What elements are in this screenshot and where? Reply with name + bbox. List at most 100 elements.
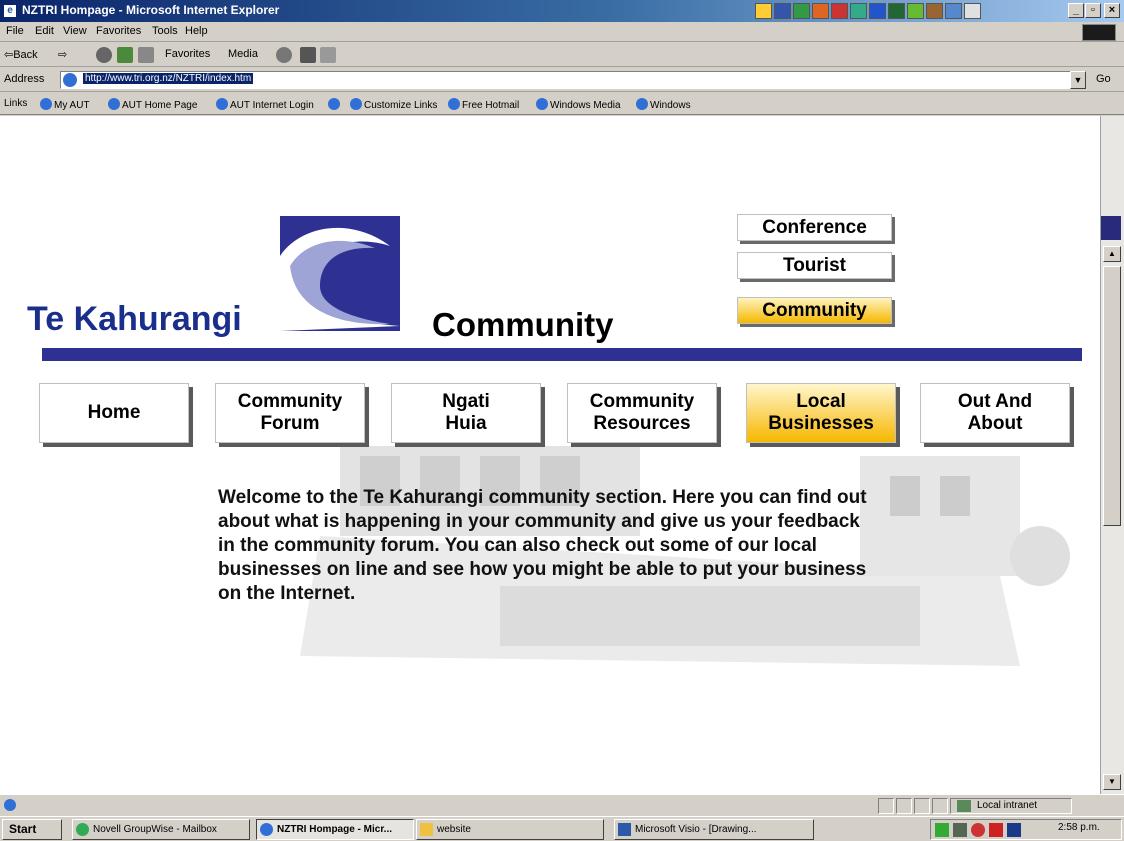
scroll-marker — [1101, 216, 1121, 240]
menu-view[interactable]: View — [63, 25, 87, 37]
address-label: Address — [4, 73, 45, 85]
maximize-button[interactable]: ▫ — [1085, 3, 1101, 18]
nav-local-businesses[interactable]: Local Businesses — [746, 383, 896, 443]
nav-home[interactable]: Home — [39, 383, 189, 443]
quicklaunch-icon[interactable] — [964, 3, 981, 19]
welcome-paragraph: Welcome to the Te Kahurangi community se… — [218, 487, 867, 604]
quicklaunch-icon[interactable] — [831, 3, 848, 19]
link-aut-internet-login[interactable]: AUT Internet Login — [216, 98, 314, 111]
status-cell — [932, 798, 948, 814]
address-url[interactable]: http://www.tri.org.nz/NZTRI/index.htm — [83, 73, 254, 84]
zone-label: Local intranet — [977, 800, 1038, 811]
quicklaunch-icon[interactable] — [869, 3, 886, 19]
scrollbar-thumb[interactable] — [1103, 266, 1121, 526]
address-input[interactable]: http://www.tri.org.nz/NZTRI/index.htm — [60, 71, 1072, 89]
status-bar: Local intranet — [0, 794, 1124, 816]
ie-icon — [260, 823, 273, 836]
page-icon — [63, 73, 77, 87]
media-button[interactable]: Media — [228, 48, 258, 60]
tray-network-icon[interactable] — [953, 823, 967, 837]
print-icon[interactable] — [300, 47, 316, 63]
nav-ngati-huia[interactable]: Ngati Huia — [391, 383, 541, 443]
back-button[interactable]: ⇦Back — [4, 48, 38, 61]
menu-edit[interactable]: Edit — [35, 25, 54, 37]
link-aut-home-page[interactable]: AUT Home Page — [108, 98, 197, 111]
site-brand[interactable]: Te Kahurangi — [27, 300, 242, 339]
link-customize-links[interactable]: Customize Links — [350, 98, 437, 111]
link-free-hotmail[interactable]: Free Hotmail — [448, 98, 519, 111]
tray-status-icon[interactable] — [989, 823, 1003, 837]
menu-favorites[interactable]: Favorites — [96, 25, 141, 37]
ie-app-icon: e — [3, 4, 17, 18]
groupwise-icon — [76, 823, 89, 836]
go-button[interactable]: Go — [1096, 73, 1111, 85]
taskbar: Start Novell GroupWise - Mailbox NZTRI H… — [0, 816, 1124, 841]
task-visio[interactable]: Microsoft Visio - [Drawing... — [614, 819, 814, 840]
nav-out-and-about-label: Out And About — [957, 391, 1033, 434]
task-label: NZTRI Hompage - Micr... — [277, 824, 393, 835]
link-windows-media[interactable]: Windows Media — [536, 98, 621, 111]
menu-bar: File Edit View Favorites Tools Help — [0, 22, 1124, 42]
edit-icon[interactable] — [320, 47, 336, 63]
home-icon[interactable] — [138, 47, 154, 63]
topnav-conference[interactable]: Conference — [737, 214, 892, 241]
page-status-icon — [4, 799, 16, 811]
quicklaunch-icon[interactable] — [926, 3, 943, 19]
quicklaunch-icon[interactable] — [793, 3, 810, 19]
scroll-down-arrow-icon[interactable]: ▼ — [1103, 774, 1121, 790]
menu-file[interactable]: File — [6, 25, 24, 37]
quicklaunch-icon[interactable] — [907, 3, 924, 19]
favorites-button[interactable]: Favorites — [165, 48, 210, 60]
folder-icon — [420, 823, 433, 836]
link-my-aut[interactable]: My AUT — [40, 98, 90, 111]
quicklaunch-icon[interactable] — [812, 3, 829, 19]
task-ie[interactable]: NZTRI Hompage - Micr... — [256, 819, 414, 840]
menu-tools[interactable]: Tools — [152, 25, 178, 37]
task-label: Microsoft Visio - [Drawing... — [635, 824, 757, 835]
quicklaunch-icon[interactable] — [850, 3, 867, 19]
page-viewport[interactable]: Te Kahurangi Community Conference Touris… — [0, 116, 1100, 794]
quicklaunch-icon[interactable] — [774, 3, 791, 19]
standard-toolbar: ⇦Back ⇨ Favorites Media — [0, 43, 1124, 67]
start-button[interactable]: Start — [2, 819, 62, 840]
title-bar: e NZTRI Hompage - Microsoft Internet Exp… — [0, 0, 1124, 22]
forward-button[interactable]: ⇨ — [58, 48, 67, 61]
nav-local-businesses-label: Local Businesses — [768, 391, 874, 434]
status-cell — [896, 798, 912, 814]
nav-community-resources-label: Community Resources — [589, 391, 695, 434]
quicklaunch-icon[interactable] — [888, 3, 905, 19]
link-blank[interactable] — [328, 98, 342, 111]
vertical-scrollbar[interactable]: ▲ ▼ — [1100, 116, 1124, 794]
nav-community-resources[interactable]: Community Resources — [567, 383, 717, 443]
intranet-icon — [957, 800, 971, 812]
visio-icon — [618, 823, 631, 836]
nav-ngati-huia-label: Ngati Huia — [442, 391, 490, 434]
status-cell — [914, 798, 930, 814]
task-groupwise[interactable]: Novell GroupWise - Mailbox — [72, 819, 250, 840]
section-title: Community — [432, 306, 614, 343]
address-bar: Address http://www.tri.org.nz/NZTRI/inde… — [0, 68, 1124, 92]
nav-out-and-about[interactable]: Out And About — [920, 383, 1070, 443]
menu-help[interactable]: Help — [185, 25, 208, 37]
refresh-icon[interactable] — [117, 47, 133, 63]
tray-antivirus-icon[interactable] — [971, 823, 985, 837]
quicklaunch-icon[interactable] — [945, 3, 962, 19]
nav-community-forum[interactable]: Community Forum — [215, 383, 365, 443]
quicklaunch-icon[interactable] — [755, 3, 772, 19]
stop-icon[interactable] — [96, 47, 112, 63]
security-zone: Local intranet — [950, 798, 1072, 814]
topnav-community[interactable]: Community — [737, 297, 892, 324]
links-bar: Links My AUT AUT Home Page AUT Internet … — [0, 93, 1124, 115]
close-button[interactable]: × — [1104, 3, 1120, 18]
minimize-button[interactable]: _ — [1068, 3, 1084, 18]
address-dropdown-button[interactable]: ▼ — [1070, 71, 1086, 89]
tray-triangle-icon[interactable] — [935, 823, 949, 837]
tray-language-icon[interactable] — [1007, 823, 1021, 837]
link-windows[interactable]: Windows — [636, 98, 691, 111]
topnav-tourist[interactable]: Tourist — [737, 252, 892, 279]
start-label: Start — [9, 822, 37, 836]
task-website-folder[interactable]: website — [416, 819, 604, 840]
clock[interactable]: 2:58 p.m. — [1058, 822, 1100, 833]
history-icon[interactable] — [276, 47, 292, 63]
scroll-up-arrow-icon[interactable]: ▲ — [1103, 246, 1121, 262]
